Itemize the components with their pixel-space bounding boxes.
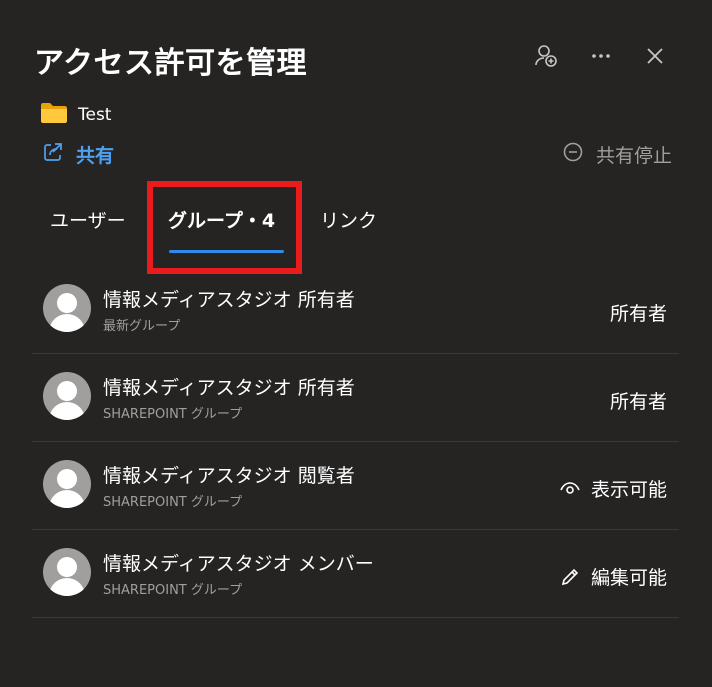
permission-label: 表示可能: [590, 479, 667, 501]
group-name: 情報メディアスタジオ 所有者: [103, 289, 355, 311]
minus-circle-icon: [562, 141, 584, 168]
tab-links[interactable]: リンク: [320, 206, 377, 233]
share-label: 共有: [76, 145, 115, 167]
permission-dropdown[interactable]: 編集可能: [559, 563, 667, 590]
share-button[interactable]: 共有: [42, 141, 114, 168]
tab-users[interactable]: ユーザー: [50, 206, 126, 233]
group-row[interactable]: 情報メディアスタジオ 所有者 SHAREPOINT グループ 所有者: [32, 354, 679, 442]
group-row[interactable]: 情報メディアスタジオ 閲覧者 SHAREPOINT グループ 表示可能: [32, 442, 679, 530]
group-type: SHAREPOINT グループ: [103, 583, 243, 598]
permission-label: 所有者: [609, 303, 667, 325]
group-type: 最新グループ: [103, 319, 181, 334]
permission-dropdown[interactable]: 所有者: [610, 299, 667, 326]
group-row[interactable]: 情報メディアスタジオ 所有者 最新グループ 所有者: [32, 266, 679, 354]
highlight-box: [147, 181, 302, 274]
item-info: Test: [40, 102, 111, 128]
share-icon: [42, 141, 64, 168]
add-person-icon[interactable]: [532, 42, 560, 70]
group-type: SHAREPOINT グループ: [103, 495, 243, 510]
group-name: 情報メディアスタジオ メンバー: [103, 553, 374, 575]
avatar: [43, 460, 91, 508]
page-title: アクセス許可を管理: [34, 46, 307, 81]
pencil-icon: [559, 566, 581, 588]
close-icon[interactable]: [641, 42, 669, 70]
tab-bar: ユーザー グループ・4 リンク: [0, 206, 712, 256]
permission-dropdown[interactable]: 所有者: [610, 387, 667, 414]
permission-label: 編集可能: [590, 567, 667, 589]
permission-label: 所有者: [609, 391, 667, 413]
group-list: 情報メディアスタジオ 所有者 最新グループ 所有者 情報メディアスタジオ 所有者…: [32, 266, 679, 618]
folder-icon: [40, 102, 68, 128]
stop-sharing-label: 共有停止: [595, 145, 672, 167]
item-name: Test: [78, 105, 112, 125]
group-name: 情報メディアスタジオ 所有者: [103, 377, 355, 399]
stop-sharing-button[interactable]: 共有停止: [562, 141, 672, 168]
more-options-icon[interactable]: [587, 42, 615, 70]
manage-access-panel: アクセス許可を管理 Test 共有 共有停止 ユーザー グループ・4 リンク 情…: [0, 0, 712, 687]
permission-dropdown[interactable]: 表示可能: [559, 475, 667, 502]
group-type: SHAREPOINT グループ: [103, 407, 243, 422]
avatar: [43, 284, 91, 332]
avatar: [43, 372, 91, 420]
group-name: 情報メディアスタジオ 閲覧者: [103, 465, 355, 487]
eye-icon: [559, 478, 581, 500]
avatar: [43, 548, 91, 596]
group-row[interactable]: 情報メディアスタジオ メンバー SHAREPOINT グループ 編集可能: [32, 530, 679, 618]
